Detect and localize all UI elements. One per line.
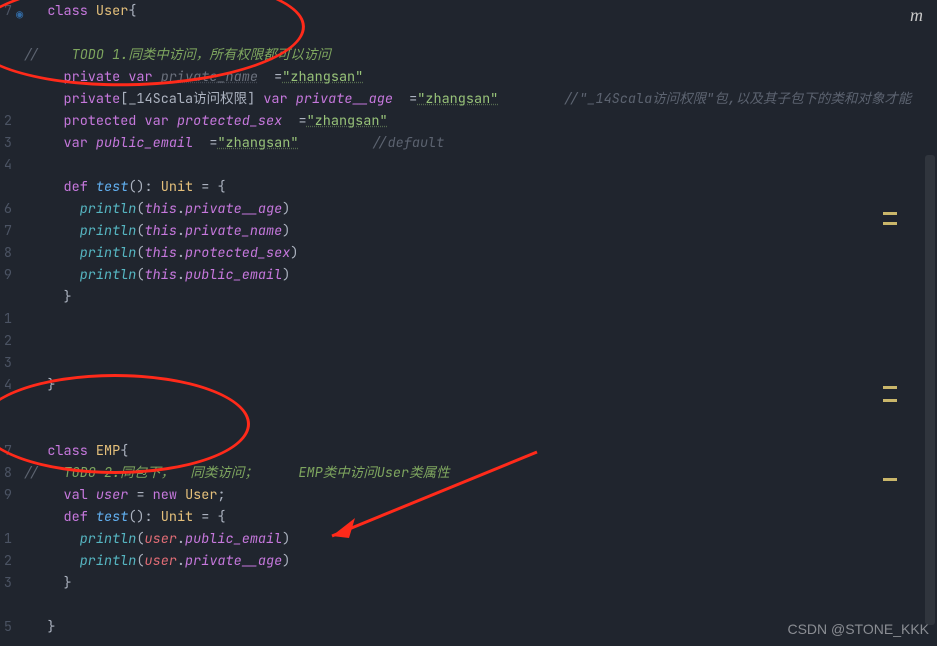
- code-line: var public_email ="zhangsan" //default: [23, 132, 937, 154]
- code-line: println(this.public_email): [23, 264, 937, 286]
- watermark: CSDN @STONE_KKK: [787, 618, 929, 640]
- scrollbar-thumb[interactable]: [925, 155, 935, 625]
- code-area[interactable]: class User{ // TODO 1.同类中访问，所有权限都可以访问 pr…: [15, 0, 937, 646]
- code-line: class User{: [23, 0, 937, 22]
- code-line: def test(): Unit = {: [23, 176, 937, 198]
- minimap-marker: [883, 478, 897, 481]
- code-line: private[_14Scala访问权限] var private__age =…: [23, 88, 937, 110]
- code-line: val user = new User;: [23, 484, 937, 506]
- minimap-marker: [883, 399, 897, 402]
- line-number-gutter: 7 2 34 678 91 234 7 89 123 5: [0, 0, 15, 646]
- code-line: class EMP{: [23, 440, 937, 462]
- code-line: protected var protected_sex ="zhangsan": [23, 110, 937, 132]
- code-line: println(user.public_email): [23, 528, 937, 550]
- code-line: println(this.private_name): [23, 220, 937, 242]
- code-line: }: [23, 572, 937, 594]
- code-line: }: [23, 374, 937, 396]
- code-line: println(user.private__age): [23, 550, 937, 572]
- minimap-marker: [883, 212, 897, 215]
- code-editor[interactable]: 7 2 34 678 91 234 7 89 123 5 class User{…: [0, 0, 937, 646]
- code-line: }: [23, 286, 937, 308]
- code-line: def test(): Unit = {: [23, 506, 937, 528]
- code-line: // TODO 2.同包下， 同类访问； EMP类中访问User类属性: [23, 462, 937, 484]
- minimap-marker: [883, 386, 897, 389]
- code-line: // TODO 1.同类中访问，所有权限都可以访问: [23, 44, 937, 66]
- code-line: println(this.private__age): [23, 198, 937, 220]
- minimap-marker: [883, 222, 897, 225]
- code-line: private var private_name ="zhangsan": [23, 66, 937, 88]
- code-line: println(this.protected_sex): [23, 242, 937, 264]
- minimap[interactable]: [879, 0, 897, 646]
